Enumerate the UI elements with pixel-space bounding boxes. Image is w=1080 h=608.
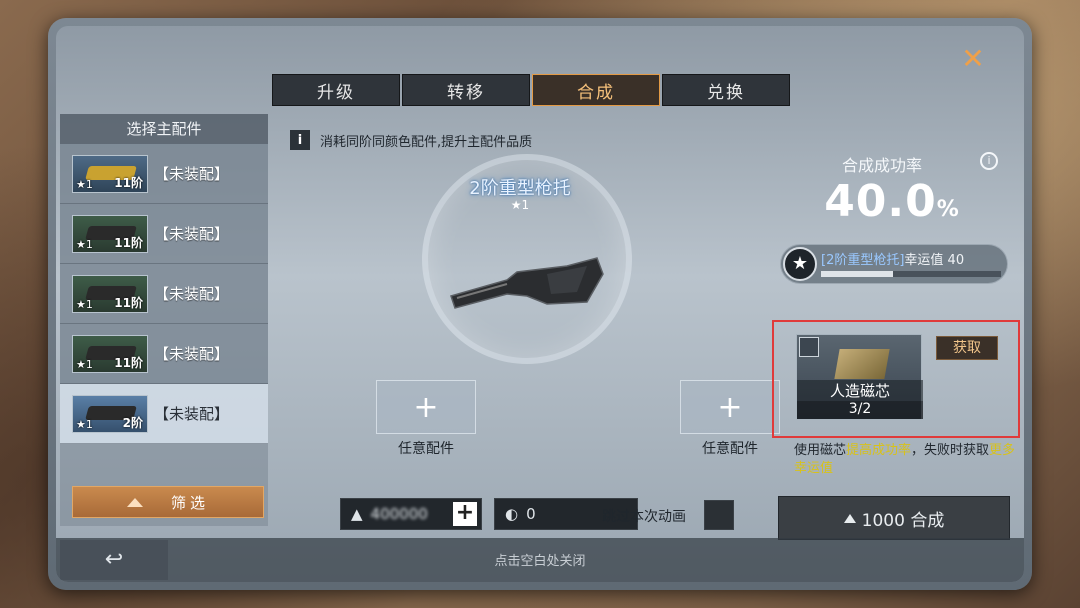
part-thumbnail: ★1 11阶 xyxy=(72,334,148,373)
footer: ↩ 点击空白处关闭 xyxy=(56,538,1024,582)
level-badge: 11阶 xyxy=(114,175,143,190)
currency-bar: ▲ 400000 + xyxy=(340,498,482,530)
stock-image xyxy=(450,257,604,309)
part-thumbnail: ★1 11阶 xyxy=(72,154,148,193)
core-item-box: 人造磁芯 3/2 获取 xyxy=(772,320,1020,438)
star-badge: ★1 xyxy=(76,297,93,311)
info-circle-icon[interactable]: i xyxy=(980,152,998,170)
dialog-panel: ✕ 升级 转移 合成 兑换 选择主配件 ★1 11阶 【未装配】 ★1 11阶 … xyxy=(56,26,1024,582)
level-badge: 11阶 xyxy=(114,235,143,250)
slot-left-label: 任意配件 xyxy=(398,441,454,457)
core-name: 人造磁芯 xyxy=(797,380,923,401)
tab-bar: 升级 转移 合成 兑换 xyxy=(272,74,790,106)
close-hint[interactable]: 点击空白处关闭 xyxy=(56,550,1024,569)
success-rate-title: 合成成功率 xyxy=(841,156,922,175)
item-status: 【未装配】 xyxy=(154,285,230,303)
luck-item-name: [2阶重型枪托] xyxy=(821,253,905,268)
currency-value: 400000 xyxy=(370,505,428,523)
ticket-value: 0 xyxy=(526,505,536,523)
rate-number: 40.0 xyxy=(824,176,937,227)
star-badge: ★1 xyxy=(76,357,93,371)
luck-bar: ★ [2阶重型枪托]幸运值 40 xyxy=(780,244,1008,284)
tab-upgrade[interactable]: 升级 xyxy=(272,74,400,106)
compose-area: i 消耗同阶同颜色配件,提升主配件品质 2阶重型枪托 ★1 + 任意配件 + 任… xyxy=(272,114,780,530)
main-part-star: ★1 xyxy=(510,198,530,212)
info-icon: i xyxy=(290,130,310,150)
part-thumbnail: ★1 2阶 xyxy=(72,394,148,433)
list-item-selected[interactable]: ★1 2阶 【未装配】 xyxy=(60,384,268,444)
ticket-icon: ◐ xyxy=(505,505,519,523)
tip-text: ，失败时获取 xyxy=(911,443,990,458)
compose-button[interactable]: 1000 合成 xyxy=(778,496,1010,540)
add-part-slot-right[interactable]: + xyxy=(680,380,780,434)
skip-animation-checkbox[interactable] xyxy=(704,500,734,530)
level-badge: 11阶 xyxy=(114,295,143,310)
main-part-list: 选择主配件 ★1 11阶 【未装配】 ★1 11阶 【未装配】 ★1 11阶 【… xyxy=(60,114,268,526)
core-tip: 使用磁芯提高成功率，失败时获取更多幸运值 xyxy=(794,442,1020,478)
info-line: i 消耗同阶同颜色配件,提升主配件品质 xyxy=(290,130,532,150)
info-text: 消耗同阶同颜色配件,提升主配件品质 xyxy=(320,134,533,150)
luck-progress-fill xyxy=(821,271,893,277)
part-thumbnail: ★1 11阶 xyxy=(72,214,148,253)
item-status: 【未装配】 xyxy=(154,165,230,183)
close-icon[interactable]: ✕ xyxy=(958,44,988,74)
checkbox-icon[interactable] xyxy=(799,337,819,357)
currency-icon xyxy=(843,513,856,523)
currency-icon: ▲ xyxy=(351,505,363,523)
item-status: 【未装配】 xyxy=(154,405,230,423)
tab-transfer[interactable]: 转移 xyxy=(402,74,530,106)
list-title: 选择主配件 xyxy=(60,114,268,144)
part-thumbnail: ★1 11阶 xyxy=(72,274,148,313)
tab-exchange[interactable]: 兑换 xyxy=(662,74,790,106)
list-item[interactable]: ★1 11阶 【未装配】 xyxy=(60,144,268,204)
core-item[interactable]: 人造磁芯 3/2 xyxy=(796,334,923,420)
rate-unit: % xyxy=(936,197,960,222)
luck-progress xyxy=(821,271,1001,277)
luck-text: [2阶重型枪托]幸运值 40 xyxy=(821,249,964,268)
success-rate-value: 40.0% xyxy=(772,176,1012,227)
get-button[interactable]: 获取 xyxy=(936,336,998,360)
star-badge: ★1 xyxy=(76,237,93,251)
star-icon: ★ xyxy=(783,247,817,281)
core-count: 3/2 xyxy=(797,401,923,419)
magnet-core-icon xyxy=(834,349,890,379)
filter-label: 筛选 xyxy=(170,493,209,512)
skip-animation-label: 跳过本次动画 xyxy=(602,509,686,525)
list-item[interactable]: ★1 11阶 【未装配】 xyxy=(60,204,268,264)
level-badge: 2阶 xyxy=(122,415,143,430)
add-part-slot-left[interactable]: + xyxy=(376,380,476,434)
main-part-name: 2阶重型枪托 xyxy=(469,178,571,199)
add-currency-button[interactable]: + xyxy=(453,502,477,526)
slot-right-label: 任意配件 xyxy=(702,441,758,457)
item-status: 【未装配】 xyxy=(154,225,230,243)
tab-compose[interactable]: 合成 xyxy=(532,74,660,106)
level-badge: 11阶 xyxy=(114,355,143,370)
list-item[interactable]: ★1 11阶 【未装配】 xyxy=(60,324,268,384)
tip-highlight: 提高成功率 xyxy=(846,443,912,458)
filter-button[interactable]: 筛选 xyxy=(72,486,264,518)
dialog-frame: ✕ 升级 转移 合成 兑换 选择主配件 ★1 11阶 【未装配】 ★1 11阶 … xyxy=(48,18,1032,590)
triangle-up-icon xyxy=(126,497,143,507)
star-badge: ★1 xyxy=(76,177,93,191)
tip-text: 使用磁芯 xyxy=(794,443,847,458)
list-item[interactable]: ★1 11阶 【未装配】 xyxy=(60,264,268,324)
result-panel: 合成成功率 i 40.0% ★ [2阶重型枪托]幸运值 40 人造磁芯 3/2 … xyxy=(772,114,1020,540)
star-badge: ★1 xyxy=(76,417,93,431)
luck-value: 幸运值 40 xyxy=(904,253,965,268)
item-status: 【未装配】 xyxy=(154,345,230,363)
compose-label: 1000 合成 xyxy=(861,510,945,531)
